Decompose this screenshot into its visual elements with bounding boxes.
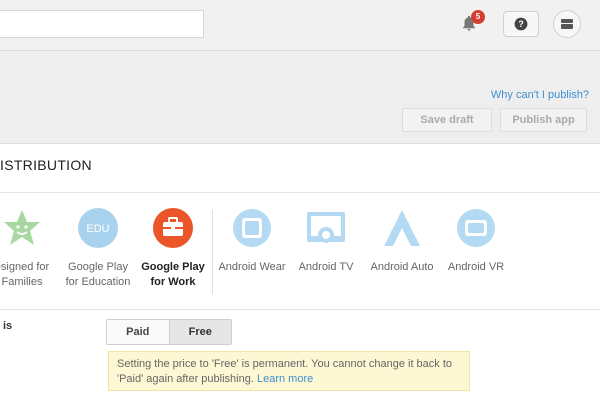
dist-item-label: esigned for bbox=[0, 261, 50, 273]
notification-count-badge: 5 bbox=[471, 10, 485, 24]
account-button[interactable] bbox=[553, 10, 581, 38]
dist-item-label: Android VR bbox=[447, 261, 505, 273]
dist-item-label: Android TV bbox=[298, 261, 354, 273]
dist-item-families[interactable]: esigned for Families bbox=[0, 208, 62, 290]
search-input[interactable] bbox=[0, 10, 204, 38]
edu-icon: EDU bbox=[78, 208, 118, 248]
dist-item-sublabel: for Work bbox=[150, 276, 196, 288]
dist-item-label: Android Wear bbox=[218, 261, 286, 273]
dist-item-label: Google Play bbox=[68, 261, 128, 273]
dist-item-sublabel: for Education bbox=[65, 276, 131, 288]
dist-item-label: Android Auto bbox=[370, 261, 434, 273]
dist-item-education[interactable]: EDU Google Play for Education bbox=[58, 208, 138, 290]
section-title: ISTRIBUTION bbox=[0, 157, 92, 173]
save-draft-button[interactable]: Save draft bbox=[402, 108, 492, 132]
vr-icon bbox=[456, 208, 496, 248]
dist-item-label: Google Play bbox=[141, 261, 205, 273]
divider bbox=[0, 309, 600, 310]
watch-icon bbox=[232, 208, 272, 248]
action-bar: Why can't I publish? Save draft Publish … bbox=[0, 51, 600, 144]
free-option-button[interactable]: Free bbox=[168, 320, 231, 344]
account-icon bbox=[561, 19, 573, 29]
dist-item-android-vr[interactable]: Android VR bbox=[436, 208, 516, 275]
why-cant-publish-link[interactable]: Why can't I publish? bbox=[491, 89, 589, 101]
dist-item-sublabel: Families bbox=[1, 276, 43, 288]
families-star-icon bbox=[2, 208, 42, 248]
paid-option-button[interactable]: Paid bbox=[107, 320, 169, 344]
edu-badge-text: EDU bbox=[86, 223, 109, 235]
auto-icon bbox=[382, 208, 422, 248]
pricing-row-label: is bbox=[3, 320, 13, 332]
briefcase-icon bbox=[153, 208, 193, 248]
publish-app-button[interactable]: Publish app bbox=[500, 108, 587, 132]
learn-more-link[interactable]: Learn more bbox=[257, 373, 313, 385]
dist-item-android-tv[interactable]: Android TV bbox=[286, 208, 366, 275]
help-icon: ? bbox=[514, 17, 528, 31]
divider bbox=[0, 192, 600, 193]
tv-icon bbox=[306, 208, 346, 248]
dist-item-android-auto[interactable]: Android Auto bbox=[362, 208, 442, 275]
dist-item-work[interactable]: Google Play for Work bbox=[133, 208, 213, 290]
top-bar: 5 ? bbox=[0, 0, 600, 51]
notifications-button[interactable]: 5 bbox=[458, 10, 485, 36]
price-toggle: Paid Free bbox=[106, 319, 232, 345]
price-notice: Setting the price to 'Free' is permanent… bbox=[108, 351, 470, 391]
help-button[interactable]: ? bbox=[503, 11, 539, 37]
distribution-card: ISTRIBUTION esigned for Families EDU Goo… bbox=[0, 144, 600, 400]
dist-item-android-wear[interactable]: Android Wear bbox=[212, 208, 292, 275]
svg-text:?: ? bbox=[518, 19, 523, 29]
